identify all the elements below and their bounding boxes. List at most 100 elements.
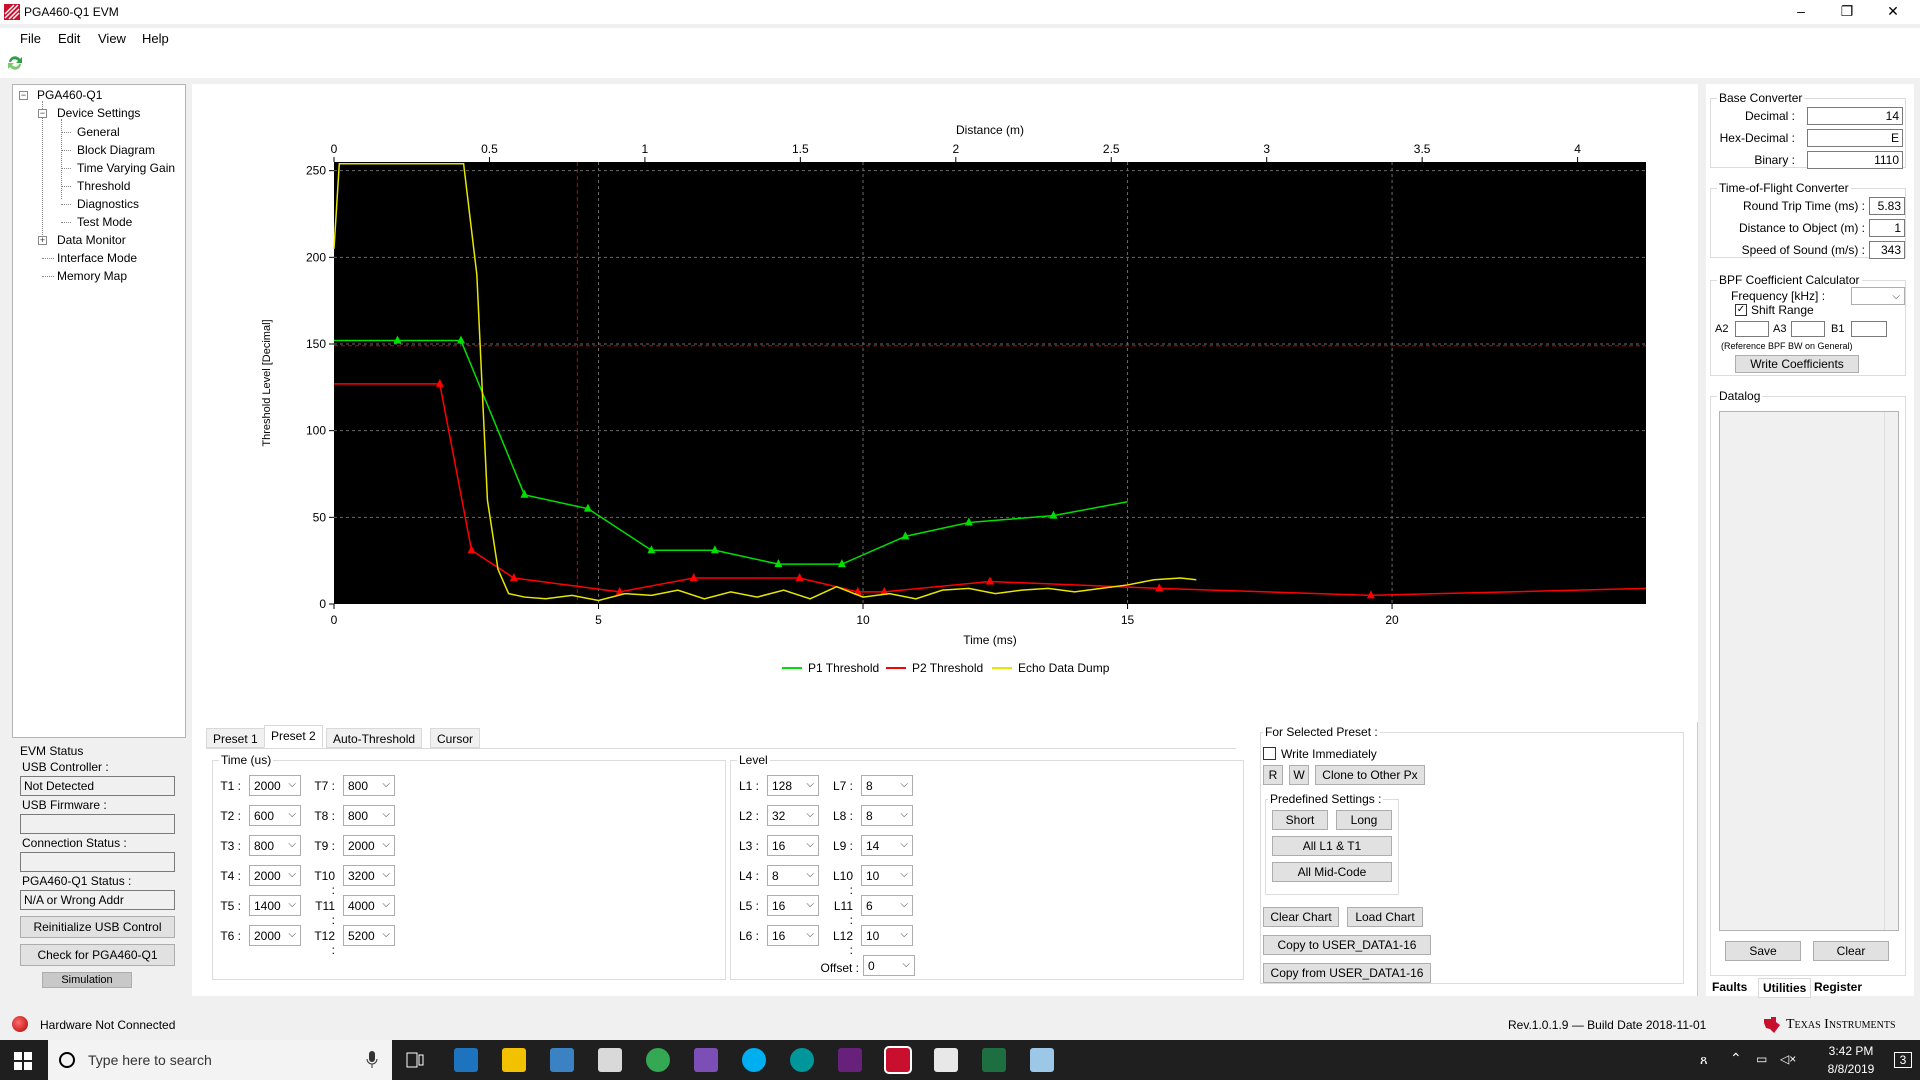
tree-item-test-mode[interactable]: Test Mode	[77, 215, 132, 229]
level-select[interactable]: 8 ⌵	[861, 775, 913, 796]
datalog-save-button[interactable]: Save	[1725, 941, 1801, 961]
datalog-textarea[interactable]	[1719, 411, 1899, 931]
datalog-clear-button[interactable]: Clear	[1813, 941, 1889, 961]
windows-start-icon[interactable]	[14, 1052, 32, 1070]
time-select[interactable]: 2000 ⌵	[249, 925, 301, 946]
tree-item-time-varying-gain[interactable]: Time Varying Gain	[77, 161, 175, 175]
notes-icon[interactable]	[1030, 1048, 1054, 1072]
time-select[interactable]: 600 ⌵	[249, 805, 301, 826]
collapse-icon[interactable]: −	[19, 91, 28, 100]
tab-utilities[interactable]: Utilities	[1758, 978, 1812, 998]
network-icon[interactable]: ▭	[1756, 1052, 1767, 1066]
close-button[interactable]: ✕	[1870, 0, 1916, 24]
chrome-icon[interactable]	[646, 1048, 670, 1072]
time-select[interactable]: 3200 ⌵	[343, 865, 395, 886]
frequency-select[interactable]: ⌵	[1851, 287, 1905, 305]
tree-item-data-monitor[interactable]: Data Monitor	[57, 233, 126, 247]
tree-item-interface-mode[interactable]: Interface Mode	[57, 251, 137, 265]
expand-icon[interactable]: +	[38, 236, 47, 245]
all-l1-t1-button[interactable]: All L1 & T1	[1272, 836, 1392, 856]
chevron-up-icon[interactable]: ⌃	[1730, 1050, 1742, 1067]
time-select[interactable]: 2000 ⌵	[249, 775, 301, 796]
arduino-icon[interactable]	[790, 1048, 814, 1072]
tab-preset-2[interactable]: Preset 2	[264, 725, 323, 748]
taskbar-search[interactable]: Type here to search	[48, 1040, 392, 1080]
decimal-input[interactable]: 14	[1807, 107, 1903, 125]
write-immediately-checkbox[interactable]	[1263, 747, 1276, 760]
level-select[interactable]: 14 ⌵	[861, 835, 913, 856]
copy-to-user-data-button[interactable]: Copy to USER_DATA1-16	[1263, 935, 1431, 955]
offset-select[interactable]: 0 ⌵	[863, 955, 915, 976]
microphone-icon[interactable]	[366, 1051, 378, 1069]
time-select[interactable]: 2000 ⌵	[249, 865, 301, 886]
tab-preset-1[interactable]: Preset 1	[206, 728, 265, 748]
time-select[interactable]: 5200 ⌵	[343, 925, 395, 946]
clone-button[interactable]: Clone to Other Px	[1315, 765, 1425, 785]
datalog-scrollbar[interactable]	[1884, 412, 1898, 930]
time-select[interactable]: 1400 ⌵	[249, 895, 301, 916]
pga460-app-icon[interactable]	[884, 1046, 912, 1074]
binary-input[interactable]: 1110	[1807, 151, 1903, 169]
people-icon[interactable]: ጸ	[1700, 1052, 1708, 1068]
all-mid-code-button[interactable]: All Mid-Code	[1272, 862, 1392, 882]
long-button[interactable]: Long	[1336, 810, 1392, 830]
tree-item-diagnostics[interactable]: Diagnostics	[77, 197, 139, 211]
clock-time[interactable]: 3:42 PM	[1816, 1044, 1886, 1058]
check-pga-button[interactable]: Check for PGA460-Q1	[20, 944, 175, 966]
mail-icon[interactable]	[598, 1048, 622, 1072]
level-select[interactable]: 16 ⌵	[767, 925, 819, 946]
level-select[interactable]: 10 ⌵	[861, 925, 913, 946]
volume-icon[interactable]: ◁×	[1780, 1052, 1796, 1066]
speed-of-sound-input[interactable]: 343	[1869, 241, 1905, 259]
menu-file[interactable]: File	[20, 31, 41, 46]
a3-input[interactable]	[1791, 321, 1825, 337]
time-select[interactable]: 800 ⌵	[249, 835, 301, 856]
load-chart-button[interactable]: Load Chart	[1347, 907, 1423, 927]
tab-cursor[interactable]: Cursor	[430, 728, 481, 748]
time-select[interactable]: 800 ⌵	[343, 805, 395, 826]
tree-item-general[interactable]: General	[77, 125, 120, 139]
photos-icon[interactable]	[934, 1048, 958, 1072]
level-select[interactable]: 8 ⌵	[861, 805, 913, 826]
write-coefficients-button[interactable]: Write Coefficients	[1735, 355, 1859, 373]
clock-date[interactable]: 8/8/2019	[1816, 1062, 1886, 1076]
tree-item-block-diagram[interactable]: Block Diagram	[77, 143, 155, 157]
hex-input[interactable]: E	[1807, 129, 1903, 147]
read-button[interactable]: R	[1263, 765, 1283, 785]
tree-item-threshold[interactable]: Threshold	[77, 179, 130, 193]
maximize-button[interactable]: ❐	[1824, 0, 1870, 24]
b1-input[interactable]	[1851, 321, 1887, 337]
tab-faults[interactable]: Faults	[1712, 980, 1747, 994]
level-select[interactable]: 32 ⌵	[767, 805, 819, 826]
level-select[interactable]: 16 ⌵	[767, 835, 819, 856]
menu-help[interactable]: Help	[142, 31, 169, 46]
tree-item-device-settings[interactable]: Device Settings	[57, 106, 140, 120]
level-select[interactable]: 6 ⌵	[861, 895, 913, 916]
distance-input[interactable]: 1	[1869, 219, 1905, 237]
tab-auto-threshold[interactable]: Auto-Threshold	[326, 728, 423, 748]
time-select[interactable]: 4000 ⌵	[343, 895, 395, 916]
visual-studio-2-icon[interactable]	[838, 1048, 862, 1072]
visual-studio-icon[interactable]	[694, 1048, 718, 1072]
excel-icon[interactable]	[982, 1048, 1006, 1072]
tree-item-root[interactable]: PGA460-Q1	[37, 88, 102, 102]
short-button[interactable]: Short	[1272, 810, 1328, 830]
collapse-icon[interactable]: −	[38, 109, 47, 118]
menu-view[interactable]: View	[98, 31, 126, 46]
simulation-button[interactable]: Simulation	[42, 972, 132, 988]
edge-icon[interactable]	[454, 1048, 478, 1072]
time-select[interactable]: 2000 ⌵	[343, 835, 395, 856]
skype-icon[interactable]	[742, 1048, 766, 1072]
file-explorer-icon[interactable]	[502, 1048, 526, 1072]
store-icon[interactable]	[550, 1048, 574, 1072]
refresh-icon[interactable]	[6, 54, 24, 72]
reinitialize-usb-button[interactable]: Reinitialize USB Control	[20, 916, 175, 938]
tree-item-memory-map[interactable]: Memory Map	[57, 269, 127, 283]
shift-range-checkbox[interactable]: ✓	[1735, 304, 1747, 316]
level-select[interactable]: 8 ⌵	[767, 865, 819, 886]
notifications-icon[interactable]: 3	[1894, 1052, 1912, 1068]
clear-chart-button[interactable]: Clear Chart	[1263, 907, 1339, 927]
a2-input[interactable]	[1735, 321, 1769, 337]
write-button[interactable]: W	[1289, 765, 1309, 785]
level-select[interactable]: 10 ⌵	[861, 865, 913, 886]
